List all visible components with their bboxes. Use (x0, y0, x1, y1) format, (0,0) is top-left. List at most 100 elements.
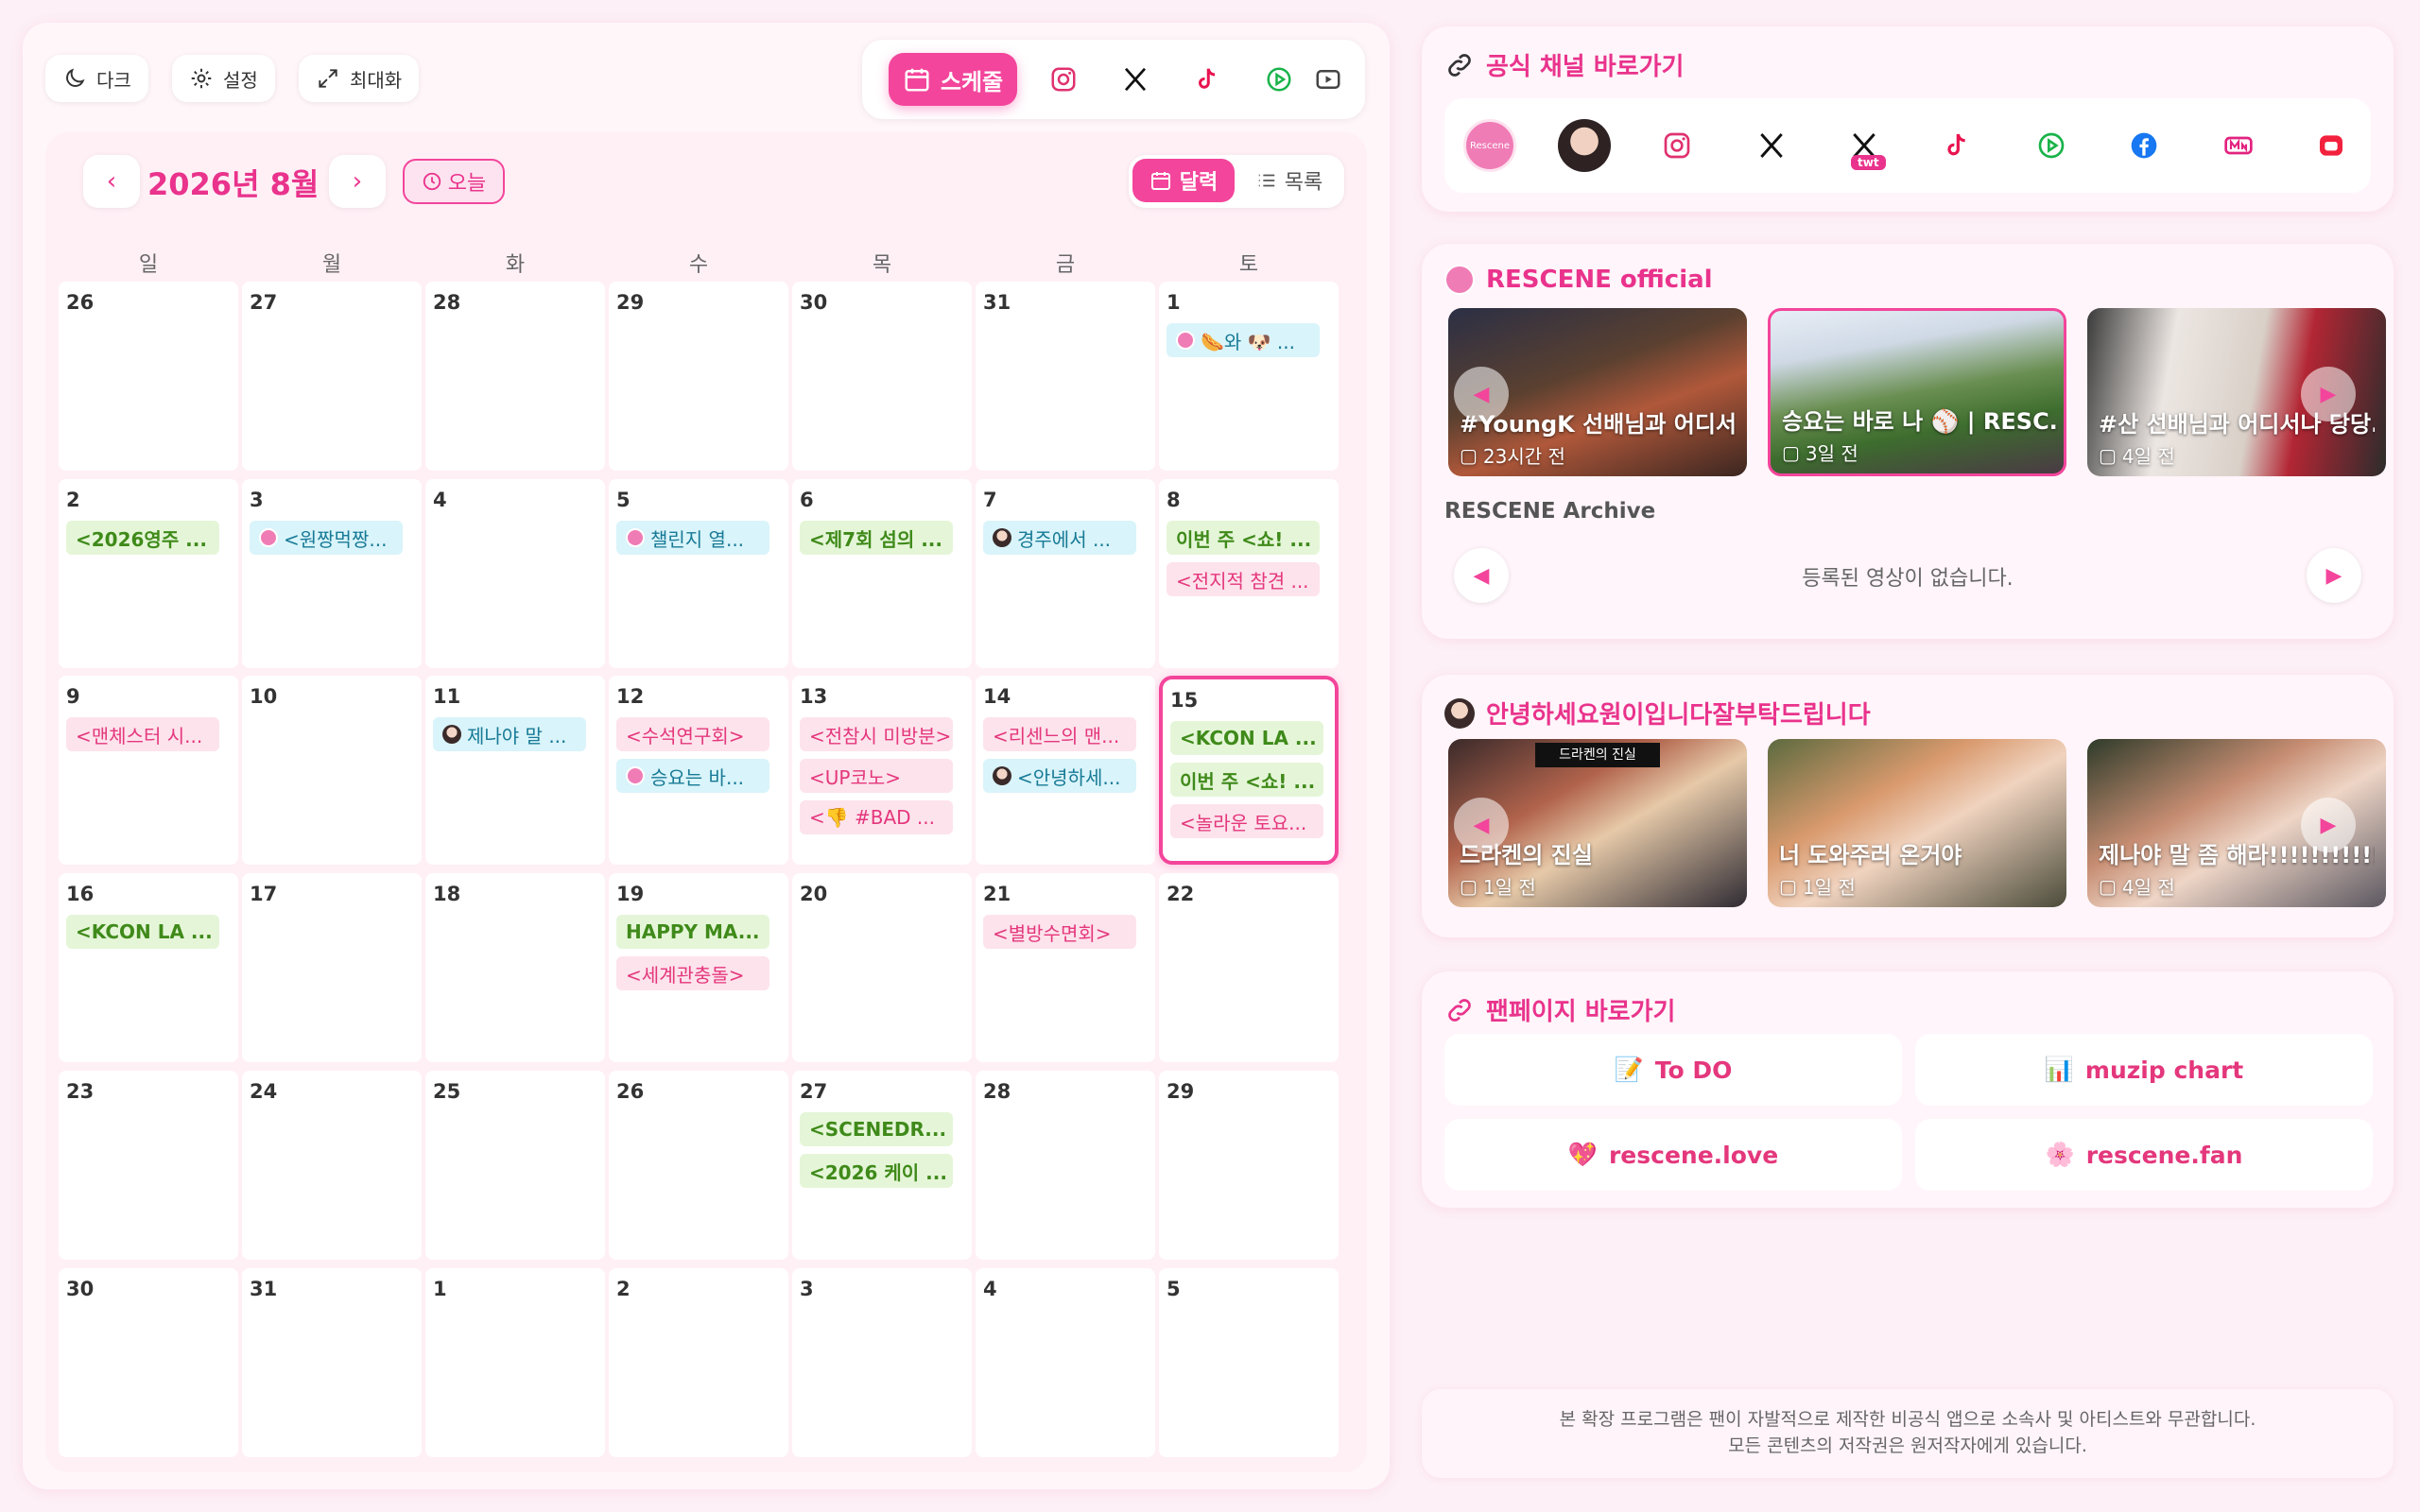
mnet-link[interactable] (2212, 119, 2265, 172)
calendar-event[interactable]: <전참시 미방분> (800, 717, 953, 751)
calendar-event[interactable]: <SCENEDR... (800, 1112, 953, 1146)
calendar-event[interactable]: <👎 #BAD ... (800, 800, 953, 834)
weverse-link[interactable] (2025, 119, 2078, 172)
calendar-event[interactable]: <안녕하세... (983, 759, 1136, 793)
calendar-event[interactable]: 🌭와 🐶 ... (1167, 323, 1320, 357)
calendar-day[interactable]: 26 (59, 282, 238, 471)
calendar-day[interactable]: 7 경주에서 ... (976, 479, 1155, 668)
calendar-day[interactable]: 2 (609, 1268, 788, 1457)
calendar-day[interactable]: 11 제나야 말 ... (425, 676, 605, 865)
view-calendar-button[interactable]: 달력 (1132, 159, 1235, 202)
calendar-day[interactable]: 3 (792, 1268, 972, 1457)
calendar-day[interactable]: 4 (976, 1268, 1155, 1457)
calendar-event[interactable]: <별방수면회> (983, 915, 1136, 949)
calendar-day[interactable]: 29 (609, 282, 788, 471)
calendar-day[interactable]: 30 (792, 282, 972, 471)
calendar-day-today[interactable]: 15 <KCON LA ... 이번 주 <쇼! ... <놀라운 토요... (1159, 676, 1339, 865)
calendar-day[interactable]: 3 <원짱먹짱... (242, 479, 422, 668)
calendar-day[interactable]: 19 HAPPY MA... <세계관충돌> (609, 873, 788, 1062)
video-thumbnail[interactable]: 승요는 바로 나 ⚾ | RESC... ▢ 3일 전 (1768, 308, 2066, 476)
calendar-day[interactable]: 1 (425, 1268, 605, 1457)
fancafe-link[interactable] (2305, 119, 2358, 172)
tab-tiktok[interactable] (1178, 53, 1236, 106)
x-twt-link[interactable]: twt (1838, 119, 1891, 172)
calendar-event[interactable]: <2026 케이 ... (800, 1154, 953, 1188)
rescene-love-button[interactable]: 💖 rescene.love (1444, 1119, 1902, 1191)
calendar-day[interactable]: 27 <SCENEDR... <2026 케이 ... (792, 1071, 972, 1260)
calendar-day[interactable]: 31 (976, 282, 1155, 471)
calendar-day[interactable]: 10 (242, 676, 422, 865)
maximize-button[interactable]: 최대화 (299, 55, 420, 102)
calendar-event[interactable]: <KCON LA ... (66, 915, 219, 949)
calendar-day[interactable]: 8 이번 주 <쇼! ... <전지적 참견 ... (1159, 479, 1339, 668)
tiktok-link[interactable] (1930, 119, 1983, 172)
calendar-day[interactable]: 24 (242, 1071, 422, 1260)
calendar-event[interactable]: HAPPY MA... (616, 915, 769, 949)
next-video-button[interactable]: ▶ (2301, 367, 2356, 421)
calendar-day[interactable]: 28 (425, 282, 605, 471)
calendar-event[interactable]: <수석연구회> (616, 717, 769, 751)
tab-x[interactable] (1106, 53, 1165, 106)
todo-link-button[interactable]: 📝 To DO (1444, 1034, 1902, 1106)
tab-youtube[interactable] (1299, 53, 1357, 106)
prev-video-button[interactable]: ◀ (1454, 798, 1509, 852)
calendar-day[interactable]: 4 (425, 479, 605, 668)
calendar-day[interactable]: 26 (609, 1071, 788, 1260)
calendar-day[interactable]: 31 (242, 1268, 422, 1457)
calendar-event[interactable]: <리센느의 맨... (983, 717, 1136, 751)
calendar-event[interactable]: 승요는 바... (616, 759, 769, 793)
archive-prev-button[interactable]: ◀ (1454, 548, 1509, 603)
archive-next-button[interactable]: ▶ (2307, 548, 2361, 603)
calendar-day[interactable]: 9 <맨체스터 시... (59, 676, 238, 865)
instagram-link[interactable] (1651, 119, 1703, 172)
calendar-event[interactable]: <2026영주 ... (66, 521, 219, 555)
calendar-day[interactable]: 25 (425, 1071, 605, 1260)
calendar-day[interactable]: 6 <제7회 섬의 ... (792, 479, 972, 668)
next-month-button[interactable]: › (329, 155, 386, 208)
calendar-day[interactable]: 5 (1159, 1268, 1339, 1457)
facebook-link[interactable] (2118, 119, 2170, 172)
tab-schedule[interactable]: 스케줄 (889, 53, 1017, 106)
calendar-day[interactable]: 23 (59, 1071, 238, 1260)
calendar-event[interactable]: 경주에서 ... (983, 521, 1136, 555)
calendar-day[interactable]: 12 <수석연구회> 승요는 바... (609, 676, 788, 865)
calendar-day[interactable]: 5 챌린지 열... (609, 479, 788, 668)
calendar-day[interactable]: 20 (792, 873, 972, 1062)
x-link[interactable] (1745, 119, 1798, 172)
calendar-day[interactable]: 28 (976, 1071, 1155, 1260)
video-thumbnail[interactable]: 너 도와주러 온거야 ▢ 1일 전 (1768, 739, 2066, 907)
calendar-event[interactable]: <세계관충돌> (616, 956, 769, 990)
calendar-event[interactable]: <놀라운 토요... (1170, 804, 1323, 838)
next-video-button[interactable]: ▶ (2301, 798, 2356, 852)
calendar-day[interactable]: 22 (1159, 873, 1339, 1062)
calendar-day[interactable]: 13 <전참시 미방분> <UP코노> <👎 #BAD ... (792, 676, 972, 865)
muzip-chart-button[interactable]: 📊 muzip chart (1915, 1034, 2373, 1106)
rescene-fan-button[interactable]: 🌸 rescene.fan (1915, 1119, 2373, 1191)
dark-mode-button[interactable]: 다크 (45, 55, 148, 102)
calendar-day[interactable]: 17 (242, 873, 422, 1062)
calendar-day[interactable]: 21 <별방수면회> (976, 873, 1155, 1062)
calendar-day[interactable]: 1 🌭와 🐶 ... (1159, 282, 1339, 471)
calendar-day[interactable]: 14 <리센느의 맨... <안녕하세... (976, 676, 1155, 865)
calendar-event[interactable]: <제7회 섬의 ... (800, 521, 953, 555)
calendar-event[interactable]: 챌린지 열... (616, 521, 769, 555)
calendar-day[interactable]: 30 (59, 1268, 238, 1457)
calendar-event[interactable]: <맨체스터 시... (66, 717, 219, 751)
calendar-day[interactable]: 18 (425, 873, 605, 1062)
settings-button[interactable]: 설정 (172, 55, 275, 102)
calendar-event[interactable]: <전지적 참견 ... (1167, 562, 1320, 596)
calendar-event[interactable]: <KCON LA ... (1170, 721, 1323, 755)
calendar-day[interactable]: 16 <KCON LA ... (59, 873, 238, 1062)
calendar-day[interactable]: 29 (1159, 1071, 1339, 1260)
calendar-event[interactable]: 이번 주 <쇼! ... (1170, 763, 1323, 797)
calendar-event[interactable]: <원짱먹짱... (250, 521, 403, 555)
today-button[interactable]: 오늘 (403, 159, 505, 204)
prev-month-button[interactable]: ‹ (83, 155, 140, 208)
tab-instagram[interactable] (1034, 53, 1093, 106)
calendar-event[interactable]: <UP코노> (800, 759, 953, 793)
rescene-logo-link[interactable]: Rescene (1463, 119, 1516, 172)
calendar-day[interactable]: 27 (242, 282, 422, 471)
view-list-button[interactable]: 목록 (1242, 159, 1337, 202)
calendar-event[interactable]: 제나야 말 ... (433, 717, 586, 751)
calendar-event[interactable]: 이번 주 <쇼! ... (1167, 521, 1320, 555)
